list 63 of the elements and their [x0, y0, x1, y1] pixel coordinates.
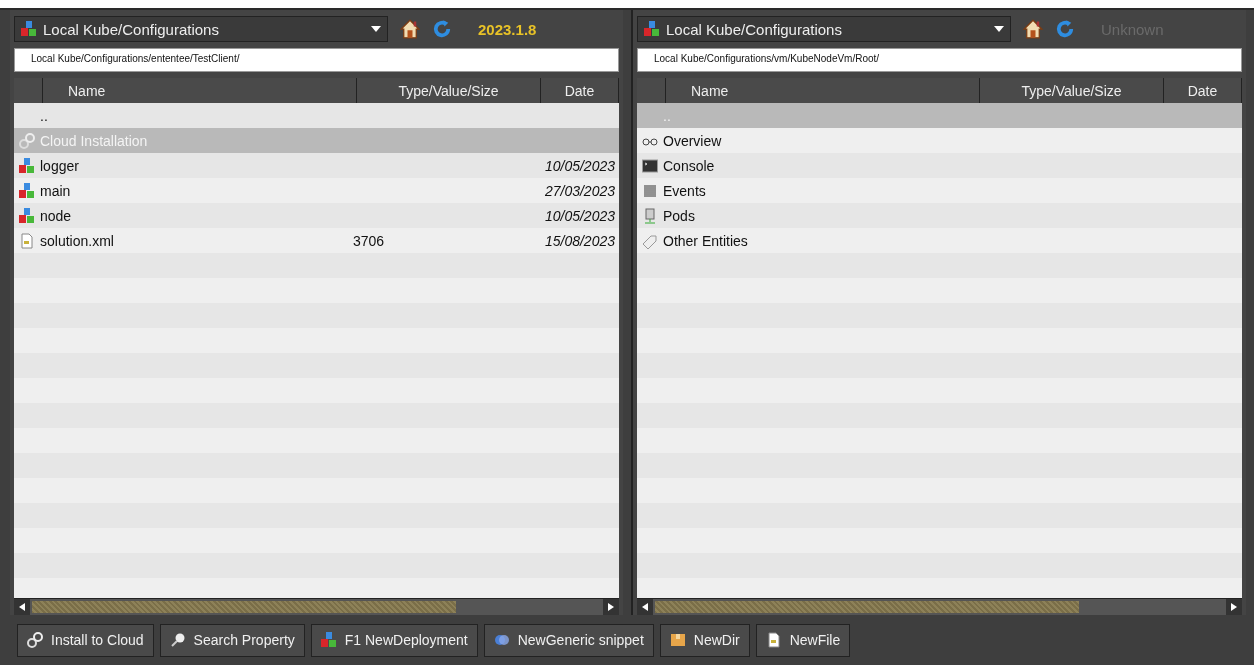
row-date: 27/03/2023	[544, 182, 615, 199]
row-name: logger	[40, 157, 79, 174]
row-size: 3706	[353, 232, 385, 249]
scroll-thumb[interactable]	[655, 601, 1079, 613]
file-icon	[19, 232, 35, 249]
action-button[interactable]: NewFile	[755, 623, 851, 657]
caret-icon	[994, 26, 1004, 32]
row-name: main	[40, 182, 71, 199]
path-field[interactable]: Local Kube/Configurations/ententee/TestClient/	[14, 48, 619, 72]
link-icon	[19, 132, 35, 149]
row-date: 10/05/2023	[544, 207, 615, 224]
tags-icon	[642, 232, 658, 249]
search-icon	[169, 632, 186, 648]
row-name: Cloud Installation	[40, 132, 148, 149]
row-name: Overview	[663, 132, 722, 149]
blocks-icon	[644, 21, 660, 37]
version-label: 2023.1.8	[478, 20, 537, 38]
row-name: Other Entities	[663, 232, 748, 249]
blocks-icon	[21, 21, 37, 37]
file-row[interactable]: ..	[14, 103, 619, 128]
row-date: 15/08/2023	[544, 232, 615, 249]
row-name: ..	[40, 107, 48, 124]
location-dropdown[interactable]: Local Kube/Configurations	[637, 16, 1011, 42]
row-name: Pods	[663, 207, 695, 224]
file-row[interactable]: node 10/05/2023	[14, 203, 619, 228]
action-button[interactable]: Install to Cloud	[17, 623, 154, 657]
rings-icon	[493, 632, 510, 648]
row-name: Events	[663, 182, 706, 199]
scroll-thumb[interactable]	[32, 601, 456, 613]
blocks-icon	[19, 157, 35, 174]
location-dropdown[interactable]: Local Kube/Configurations	[14, 16, 388, 42]
blocks-icon	[320, 632, 337, 648]
path-field[interactable]: Local Kube/Configurations/vm/KubeNodeVm/Root/	[637, 48, 1242, 72]
horizontal-scrollbar[interactable]	[637, 598, 1242, 615]
terminal-icon	[642, 157, 658, 174]
row-date: 10/05/2023	[544, 157, 615, 174]
row-name: node	[40, 207, 72, 224]
action-button[interactable]: F1 NewDeployment	[310, 623, 478, 657]
refresh-icon[interactable]	[432, 19, 452, 39]
blocks-icon	[19, 207, 35, 224]
row-name: ..	[663, 107, 671, 124]
home-icon[interactable]	[1023, 19, 1043, 39]
scroll-left-icon[interactable]	[637, 599, 653, 615]
action-button[interactable]: Search Property	[159, 623, 305, 657]
box-icon	[669, 632, 686, 648]
server-icon	[642, 207, 658, 224]
file-row[interactable]: Console	[637, 153, 1242, 178]
action-button[interactable]: NewDir	[659, 623, 750, 657]
blocks-icon	[19, 182, 35, 199]
scroll-right-icon[interactable]	[1226, 599, 1242, 615]
row-name: Console	[663, 157, 715, 174]
home-icon[interactable]	[400, 19, 420, 39]
caret-icon	[371, 26, 381, 32]
action-button[interactable]: NewGeneric snippet	[483, 623, 654, 657]
link-icon	[27, 632, 43, 648]
file-row[interactable]: Pods	[637, 203, 1242, 228]
file-row[interactable]: logger 10/05/2023	[14, 153, 619, 178]
scroll-right-icon[interactable]	[603, 599, 619, 615]
row-name: solution.xml	[40, 232, 114, 249]
horizontal-scrollbar[interactable]	[14, 598, 619, 615]
scroll-left-icon[interactable]	[14, 599, 30, 615]
file-icon	[765, 632, 782, 648]
refresh-icon[interactable]	[1055, 19, 1075, 39]
